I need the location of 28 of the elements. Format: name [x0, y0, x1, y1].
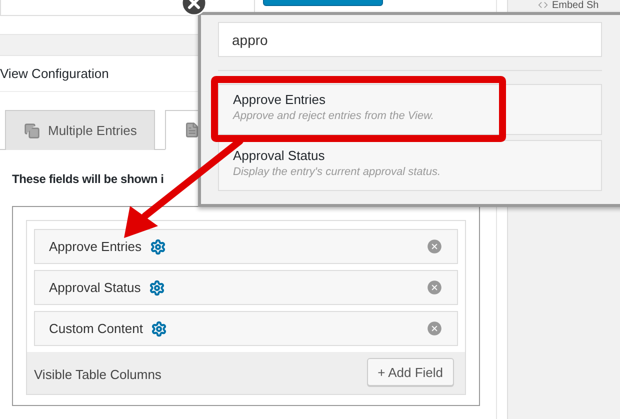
result-item[interactable]: Approval Status Display the entry's current approval status.	[218, 140, 602, 191]
instructions-text: These fields will be shown i	[12, 172, 164, 186]
result-description: Approve and reject entries from the View.	[233, 110, 435, 122]
tab[interactable]: Multiple Entries	[5, 110, 155, 150]
settings-icon[interactable]	[150, 320, 167, 336]
remove-icon[interactable]	[426, 279, 443, 296]
section-title: View Configuration	[0, 66, 109, 81]
result-item[interactable]: Approve Entries Approve and reject entries from the View.	[218, 84, 602, 135]
add-field-button[interactable]: + Add Field	[366, 358, 454, 386]
area-label: Visible Table Columns	[34, 367, 162, 382]
settings-icon[interactable]	[150, 238, 166, 254]
field-label: Approve Entries	[49, 239, 142, 254]
sidebar-item[interactable]: Embed Sh	[552, 0, 599, 11]
field-row[interactable]: Approve Entries	[34, 229, 458, 264]
copy-icon	[24, 122, 40, 138]
result-title: Approval Status	[233, 148, 326, 163]
remove-icon[interactable]	[426, 320, 443, 337]
code-icon	[538, 0, 548, 10]
result-title: Approve Entries	[233, 92, 326, 107]
result-description: Display the entry's current approval status.	[233, 166, 442, 178]
document-icon	[184, 122, 200, 138]
remove-icon[interactable]	[426, 238, 443, 255]
field-row[interactable]: Custom Content	[34, 311, 458, 346]
search-field[interactable]: appro	[218, 22, 602, 57]
settings-icon[interactable]	[148, 280, 165, 296]
field-label: Custom Content	[49, 321, 143, 336]
field-label: Approval Status	[49, 280, 141, 295]
field-row[interactable]: Approval Status	[34, 270, 458, 305]
